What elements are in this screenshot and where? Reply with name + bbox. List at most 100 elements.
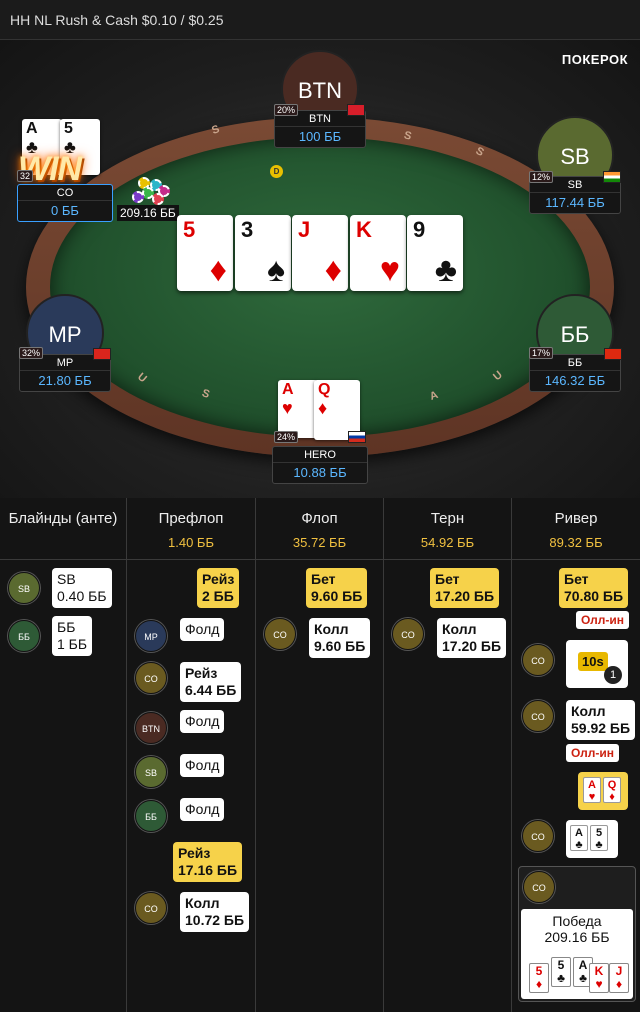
seat-hero[interactable]: HERO 10.88 ББ — [272, 446, 368, 484]
street-pot: 89.32 ББ — [549, 535, 603, 550]
board-card: J ♦ — [292, 215, 348, 291]
win-amount: 209.16 ББ — [544, 929, 610, 945]
action-bubble-raise: Рейз 2 ББ — [197, 568, 240, 608]
action-bubble: Колл 9.60 ББ — [309, 618, 371, 658]
position-badge: CO — [522, 820, 554, 852]
position-badge: ББ — [8, 620, 40, 652]
board-card: K ♥ — [350, 215, 406, 291]
column-river: Ривер 89.32 ББ Бет 70.80 ББ Олл-ин CO 10s … — [512, 498, 640, 1012]
showdown-bubble: A ♣ 5 ♣ — [566, 820, 618, 858]
action-bubble: Фолд — [180, 754, 225, 777]
seat-bb[interactable]: ББ ББ 146.32 ББ — [527, 294, 623, 392]
board-card: 3 ♠ — [235, 215, 291, 291]
action-bubble: Рейз 6.44 ББ — [180, 662, 242, 702]
position-badge: CO — [135, 892, 167, 924]
vpip-badge: 12% — [529, 171, 554, 183]
position-badge: MP — [135, 620, 167, 652]
mini-card: A ♣ — [570, 825, 588, 851]
flag-icon — [348, 431, 366, 443]
all-in-badge: Олл-ин — [576, 611, 630, 629]
position-badge: ББ — [135, 800, 167, 832]
hand-history-panel: Блайнды (анте) SB SB 0.40 ББ ББ ББ 1 ББ Пр… — [0, 498, 640, 1012]
blind-bubble: SB 0.40 ББ — [52, 568, 112, 608]
column-turn: Терн 54.92 ББ Бет 17.20 ББ CO Колл 17.20 ББ — [384, 498, 512, 1012]
timebank-count: 1 — [604, 666, 622, 684]
pot-chips-icon — [128, 177, 176, 205]
pot-amount: 209.16 ББ — [117, 205, 179, 221]
mini-card: 5 ♣ — [551, 957, 571, 987]
pokerok-logo: ПОКЕРОК — [561, 52, 628, 67]
action-bubble: Фолд — [180, 798, 225, 821]
action-bubble: Фолд — [180, 710, 225, 733]
street-pot: 54.92 ББ — [420, 535, 475, 550]
win-label: Победа — [552, 913, 602, 929]
column-flop: Флоп 35.72 ББ Бет 9.60 ББ CO Колл 9.60 ББ — [256, 498, 384, 1012]
stack-amount: 0 ББ — [51, 203, 79, 218]
seat-name: HERO — [273, 447, 367, 463]
flag-icon — [603, 171, 621, 183]
position-badge: SB — [8, 572, 40, 604]
hero-hole-card: A ♥ — [278, 380, 318, 438]
mini-card: A ♥ — [583, 777, 601, 803]
flag-icon — [93, 348, 111, 360]
position-badge: CO — [523, 871, 555, 903]
blind-bubble: ББ 1 ББ — [52, 616, 93, 656]
board-card: 5 ♦ — [177, 215, 233, 291]
column-title: Ривер — [554, 510, 598, 527]
timebank-bubble: 10s 1 — [566, 640, 628, 688]
mini-card: J ♦ — [609, 963, 629, 993]
stack-amount: 117.44 ББ — [545, 195, 605, 210]
position-badge: CO — [522, 644, 554, 676]
action-bubble-bet: Бет 70.80 ББ — [559, 568, 629, 608]
street-pot: 1.40 ББ — [168, 535, 214, 550]
vpip-badge: 24% — [274, 431, 299, 443]
street-pot: 35.72 ББ — [292, 535, 347, 550]
action-bubble-bet: Бет 9.60 ББ — [306, 568, 368, 608]
stack-amount: 21.80 ББ — [38, 373, 92, 388]
position-badge: CO — [135, 662, 167, 694]
stack-amount: 146.32 ББ — [544, 373, 606, 388]
all-in-badge: Олл-ин — [566, 744, 620, 762]
action-bubble: Колл 17.20 ББ — [437, 618, 507, 658]
position-badge: CO — [522, 700, 554, 732]
vpip-badge: 20% — [274, 104, 299, 116]
flag-icon — [347, 104, 365, 116]
seat-mp[interactable]: MP MP 21.80 ББ — [17, 294, 113, 392]
column-title: Префлоп — [158, 510, 224, 527]
action-bubble: Колл 10.72 ББ — [180, 892, 250, 932]
column-title: Флоп — [301, 510, 338, 527]
timebank-icon: 10s — [578, 652, 608, 671]
position-badge: BTN — [135, 712, 167, 744]
dealer-button-icon: D — [270, 165, 283, 178]
mini-card: K ♥ — [589, 963, 609, 993]
action-bubble-raise: Рейз 17.16 ББ — [173, 842, 243, 882]
winner-panel: CO Победа 209.16 ББ 5 ♦ 5 ♣ A ♣ K ♥ J ♦ — [518, 866, 636, 1002]
stack-amount: 100 ББ — [298, 129, 342, 144]
mini-card: 5 ♦ — [529, 963, 549, 993]
vpip-badge: 32% — [19, 347, 44, 359]
seat-btn[interactable]: BTN BTN 100 ББ — [272, 50, 368, 148]
mini-card: 5 ♣ — [590, 825, 608, 851]
seat-sb[interactable]: SB SB 117.44 ББ — [527, 116, 623, 214]
action-bubble: Фолд — [180, 618, 225, 641]
stack-amount: 10.88 ББ — [293, 465, 347, 480]
column-title: Терн — [430, 510, 465, 527]
position-badge: CO — [264, 618, 296, 650]
board-card: 9 ♣ — [407, 215, 463, 291]
seat-name: CO — [18, 185, 112, 201]
vpip-badge: 17% — [529, 347, 554, 359]
action-bubble-bet: Бет 17.20 ББ — [430, 568, 500, 608]
column-preflop: Префлоп 1.40 ББ Рейз 2 ББ MP Фолд CO Рейз 6… — [127, 498, 256, 1012]
window-title: HH NL Rush & Cash $0.10 / $0.25 — [0, 0, 640, 40]
position-badge: SB — [135, 756, 167, 788]
seat-co[interactable]: CO 0 ББ — [17, 184, 113, 222]
column-blinds: Блайнды (анте) SB SB 0.40 ББ ББ ББ 1 ББ — [0, 498, 127, 1012]
position-badge: CO — [392, 618, 424, 650]
column-title: Блайнды (анте) — [8, 510, 118, 527]
win-summary: Победа 209.16 ББ 5 ♦ 5 ♣ A ♣ K ♥ J ♦ — [521, 909, 633, 999]
vpip-badge: 32 — [17, 170, 34, 182]
mini-card: Q ♦ — [603, 777, 621, 803]
showdown-bubble: A ♥ Q ♦ — [578, 772, 628, 810]
action-bubble: Колл 59.92 ББ — [566, 700, 636, 740]
flag-icon — [604, 348, 622, 360]
